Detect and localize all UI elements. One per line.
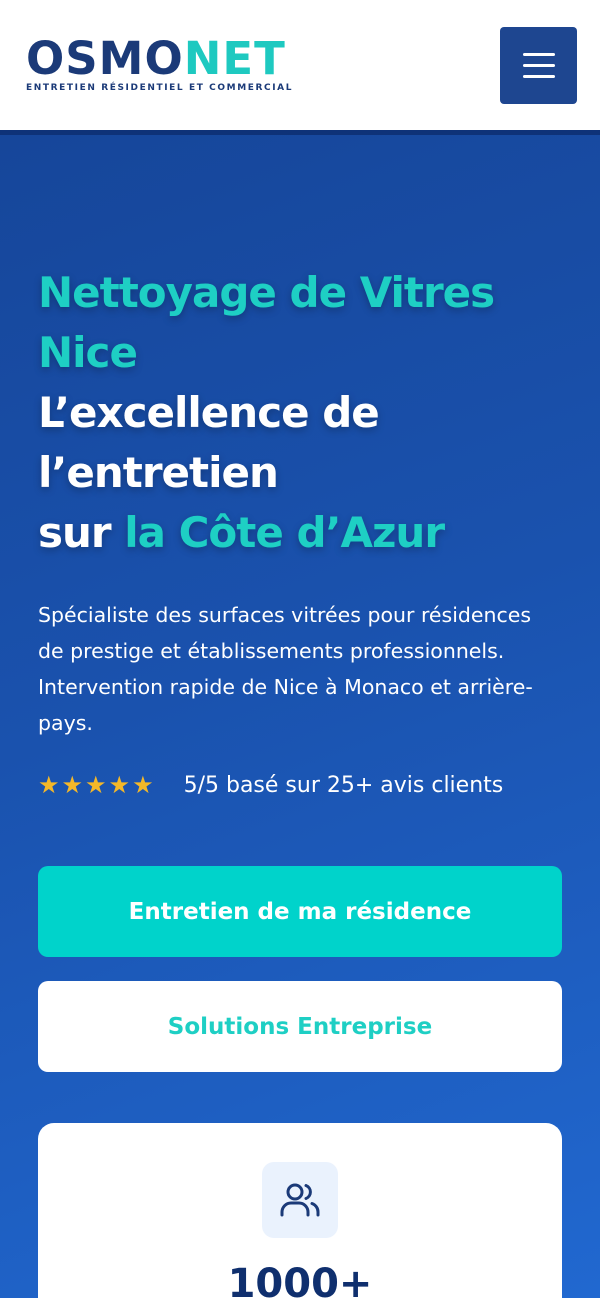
- logo-tagline: ENTRETIEN RÉSIDENTIEL ET COMMERCIAL: [26, 83, 294, 93]
- hero-section: Nettoyage de Vitres Nice L’excellence de…: [0, 130, 600, 1298]
- menu-button[interactable]: [500, 26, 577, 104]
- hamburger-icon-line: [522, 63, 555, 67]
- hero-title-line: L’excellence de: [38, 388, 380, 437]
- hero-title-highlight: la Côte d’Azur: [124, 508, 445, 557]
- hero-title-line: Nice: [38, 328, 138, 377]
- star-rating-icon: ★★★★★: [38, 771, 156, 799]
- business-solutions-button[interactable]: Solutions Entreprise: [38, 981, 562, 1072]
- rating: ★★★★★ 5/5 basé sur 25+ avis clients: [38, 771, 562, 799]
- hero-title-sur: sur: [38, 508, 125, 557]
- hero-description: Spécialiste des surfaces vitrées pour ré…: [38, 603, 533, 735]
- hero-title-line: l’entretien: [38, 448, 279, 497]
- stat-value: 1000+: [227, 1261, 373, 1298]
- logo[interactable]: OSMO NET ENTRETIEN RÉSIDENTIEL ET COMMERC…: [26, 32, 294, 93]
- users-icon: [262, 1162, 338, 1238]
- hero-title-line: sur la Côte d’Azur: [38, 503, 562, 563]
- logo-wordmark: OSMO NET: [26, 32, 293, 85]
- residence-cta-button[interactable]: Entretien de ma résidence: [38, 866, 562, 957]
- logo-part-net: NET: [183, 32, 286, 85]
- logo-part-osmo: OSMO: [26, 32, 184, 85]
- hamburger-icon: [522, 52, 555, 56]
- hamburger-icon-line: [522, 74, 555, 78]
- stat-card: 1000+: [38, 1123, 562, 1298]
- rating-text: 5/5 basé sur 25+ avis clients: [183, 772, 504, 798]
- hero-title: Nettoyage de Vitres Nice L’excellence de…: [38, 263, 562, 563]
- site-header: OSMO NET ENTRETIEN RÉSIDENTIEL ET COMMERC…: [0, 0, 600, 130]
- hero-title-line: Nettoyage de Vitres: [38, 268, 495, 317]
